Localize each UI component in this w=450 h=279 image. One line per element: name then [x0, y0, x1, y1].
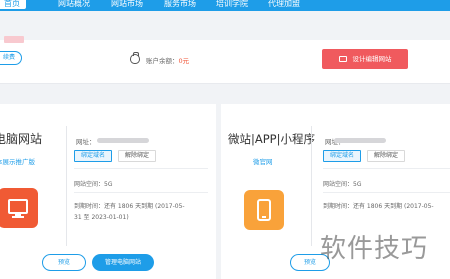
row-divider [74, 192, 208, 193]
row-divider [323, 192, 450, 193]
monitor-icon [338, 56, 347, 62]
desktop-site-card: 电脑网站 本展示推广版 网址： 绑定域名 解除绑定 网站空间：5G 到期时间：还… [0, 104, 216, 279]
expiry-line-1: 到期时间：还有 1806 天到期 (2017-05- [74, 203, 185, 210]
site-space: 网站空间：5G [323, 181, 362, 188]
unbind-domain-button[interactable]: 解除绑定 [118, 150, 156, 162]
row-divider [323, 168, 450, 169]
address-value-redacted [334, 138, 386, 143]
nav-tab-site-market[interactable]: 网站市场 [111, 0, 143, 9]
card-divider [66, 126, 67, 246]
watermark: 软件技巧 [320, 234, 429, 264]
balance-label: 账户余额： [146, 57, 179, 65]
expiry-line-1: 到期时间：还有 1806 天到期 (2017-05- [323, 203, 434, 210]
view-site-link[interactable]: 本展示推广版 [0, 156, 35, 166]
address-value-redacted [97, 138, 149, 143]
promo-tag [4, 36, 24, 43]
view-site-link[interactable]: 微官网 [253, 156, 273, 166]
nav-tab-service-market[interactable]: 服务市场 [164, 0, 196, 9]
expiry-line-2: 31 至 2023-01-01) [74, 214, 129, 221]
money-bag-icon [130, 52, 140, 64]
site-space: 网站空间：5G [74, 181, 113, 188]
bind-domain-button[interactable]: 绑定域名 [74, 150, 112, 162]
desktop-icon [0, 188, 38, 228]
bind-domain-button[interactable]: 绑定域名 [323, 150, 361, 162]
manage-desktop-site-button[interactable]: 管理电脑网站 [92, 254, 154, 271]
mobile-phone-icon [244, 190, 284, 230]
site-title: 电脑网站 [0, 132, 43, 146]
account-balance: 账户余额：0元 [146, 55, 189, 65]
preview-button[interactable]: 预览 [42, 254, 86, 271]
top-nav: 首页 网站概况 网站市场 服务市场 培训学院 代理加盟 [0, 0, 450, 11]
nav-tab-overview[interactable]: 网站概况 [58, 0, 90, 9]
balance-value: 0元 [178, 57, 190, 65]
unbind-domain-button[interactable]: 解除绑定 [367, 150, 405, 162]
renew-button[interactable]: 续费 [0, 51, 22, 65]
nav-tab-academy[interactable]: 培训学院 [216, 0, 248, 9]
row-divider [74, 168, 208, 169]
card-divider [311, 126, 312, 246]
site-title: 微站|APP|小程序 [228, 132, 315, 146]
nav-tab-home[interactable]: 首页 [0, 0, 26, 9]
nav-tab-agent[interactable]: 代理加盟 [268, 0, 300, 9]
design-edit-site-button[interactable]: 设计编辑网站 [322, 49, 408, 69]
design-button-label: 设计编辑网站 [352, 55, 392, 63]
address-label: 网址： [76, 138, 96, 146]
